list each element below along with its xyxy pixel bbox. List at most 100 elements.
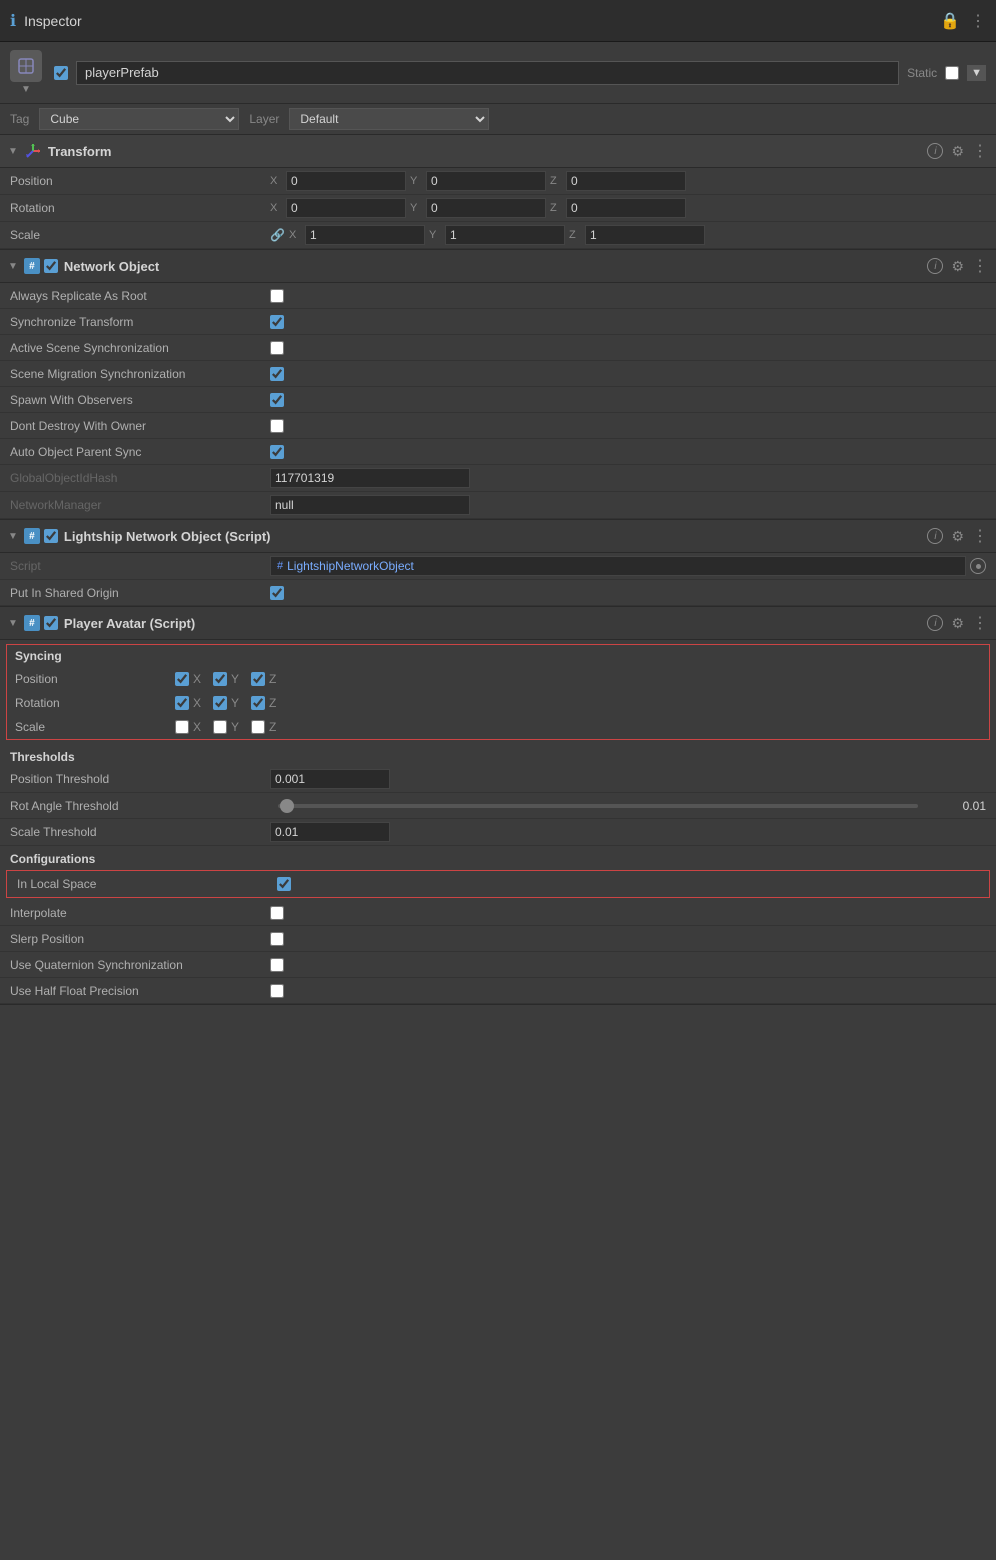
position-row: Position X Y Z [0,168,996,195]
slerp-row: Slerp Position [0,926,996,952]
syncing-scale-label: Scale [15,720,175,734]
global-id-input[interactable] [270,468,470,488]
scale-threshold-input[interactable] [270,822,390,842]
use-quaternion-checkbox[interactable] [270,958,284,972]
position-threshold-row: Position Threshold [0,766,996,793]
layer-label: Layer [249,112,279,126]
syncing-pos-z-checkbox[interactable] [251,672,265,686]
network-manager-label: NetworkManager [10,498,270,512]
active-scene-checkbox[interactable] [270,341,284,355]
scene-migration-label: Scene Migration Synchronization [10,367,270,381]
lightship-more-icon[interactable]: ⋮ [972,526,988,546]
syncing-scale-x-checkbox[interactable] [175,720,189,734]
player-avatar-more-icon[interactable]: ⋮ [972,613,988,633]
network-object-settings-icon[interactable]: ⚙ [951,258,964,275]
auto-object-checkbox[interactable] [270,445,284,459]
lightship-checkbox[interactable] [44,529,58,543]
syncing-scale-y-checkbox[interactable] [213,720,227,734]
always-replicate-checkbox[interactable] [270,289,284,303]
lightship-header[interactable]: ▼ # Lightship Network Object (Script) i … [0,520,996,553]
static-checkbox[interactable] [945,66,959,80]
syncing-rot-x-checkbox[interactable] [175,696,189,710]
interpolate-checkbox[interactable] [270,906,284,920]
scale-x-label: X [289,229,301,241]
use-half-float-row: Use Half Float Precision [0,978,996,1004]
sync-transform-checkbox[interactable] [270,315,284,329]
layer-select[interactable]: Default [289,108,489,130]
syncing-scale-z-checkbox[interactable] [251,720,265,734]
syncing-pos-y-checkbox[interactable] [213,672,227,686]
player-avatar-help-icon[interactable]: i [927,615,943,631]
rotation-x-input[interactable] [286,198,406,218]
lightship-arrow: ▼ [8,531,18,542]
network-manager-row: NetworkManager [0,492,996,519]
position-x-input[interactable] [286,171,406,191]
object-active-checkbox[interactable] [54,66,68,80]
object-name-input[interactable] [76,61,899,85]
put-shared-checkbox[interactable] [270,586,284,600]
scene-migration-checkbox[interactable] [270,367,284,381]
transform-help-icon[interactable]: i [927,143,943,159]
rotation-y-input[interactable] [426,198,546,218]
syncing-rot-z: Z [251,696,276,710]
lightship-content: Script # LightshipNetworkObject Put In S… [0,553,996,607]
position-z-input[interactable] [566,171,686,191]
network-object-arrow: ▼ [8,261,18,272]
static-label: Static [907,66,937,80]
player-avatar-header[interactable]: ▼ # Player Avatar (Script) i ⚙ ⋮ [0,607,996,640]
player-avatar-checkbox[interactable] [44,616,58,630]
player-avatar-settings-icon[interactable]: ⚙ [951,615,964,632]
local-space-row: In Local Space [7,871,989,897]
script-target-icon[interactable] [970,558,986,574]
scale-z-input[interactable] [585,225,705,245]
syncing-rotation-row: Rotation X Y Z [7,691,989,715]
slerp-checkbox[interactable] [270,932,284,946]
thresholds-title: Thresholds [0,744,996,766]
network-object-header-icons: i ⚙ ⋮ [927,256,988,276]
lightship-help-icon[interactable]: i [927,528,943,544]
sync-transform-row: Synchronize Transform [0,309,996,335]
scale-x-input[interactable] [305,225,425,245]
syncing-rot-x: X [175,696,201,710]
syncing-rot-z-checkbox[interactable] [251,696,265,710]
sync-transform-label: Synchronize Transform [10,315,270,329]
pos-z-label: Z [550,175,562,187]
tag-select[interactable]: Cube [39,108,239,130]
player-avatar-content: Syncing Position X Y Z Rotation [0,644,996,1005]
transform-more-icon[interactable]: ⋮ [972,141,988,161]
transform-settings-icon[interactable]: ⚙ [951,143,964,160]
syncing-pos-x-checkbox[interactable] [175,672,189,686]
rot-angle-slider-track[interactable] [278,804,918,808]
scale-row: Scale 🔗 X Y Z [0,222,996,249]
lightship-settings-icon[interactable]: ⚙ [951,528,964,545]
use-quaternion-label: Use Quaternion Synchronization [10,958,270,972]
network-object-help-icon[interactable]: i [927,258,943,274]
scene-migration-row: Scene Migration Synchronization [0,361,996,387]
network-manager-input[interactable] [270,495,470,515]
syncing-rot-x-label: X [193,696,201,710]
rotation-xyz: X Y Z [270,198,986,218]
auto-object-row: Auto Object Parent Sync [0,439,996,465]
dont-destroy-checkbox[interactable] [270,419,284,433]
transform-section-header[interactable]: ▼ Transform i ⚙ ⋮ [0,135,996,168]
lock-icon[interactable]: 🔒 [940,11,960,31]
local-space-checkbox[interactable] [277,877,291,891]
scale-y-input[interactable] [445,225,565,245]
spawn-observers-checkbox[interactable] [270,393,284,407]
network-object-checkbox[interactable] [44,259,58,273]
transform-header-icons: i ⚙ ⋮ [927,141,988,161]
position-label: Position [10,174,270,188]
more-options-icon[interactable]: ⋮ [970,11,986,31]
network-object-more-icon[interactable]: ⋮ [972,256,988,276]
syncing-rot-y-checkbox[interactable] [213,696,227,710]
static-dropdown-btn[interactable]: ▼ [967,65,986,81]
scale-y-label: Y [429,229,441,241]
transform-arrow: ▼ [8,146,18,157]
position-y-input[interactable] [426,171,546,191]
network-object-header[interactable]: ▼ # Network Object i ⚙ ⋮ [0,250,996,283]
rot-angle-slider-thumb[interactable] [280,799,294,813]
position-threshold-input[interactable] [270,769,390,789]
rotation-z-input[interactable] [566,198,686,218]
use-half-float-checkbox[interactable] [270,984,284,998]
syncing-scale-z: Z [251,720,276,734]
